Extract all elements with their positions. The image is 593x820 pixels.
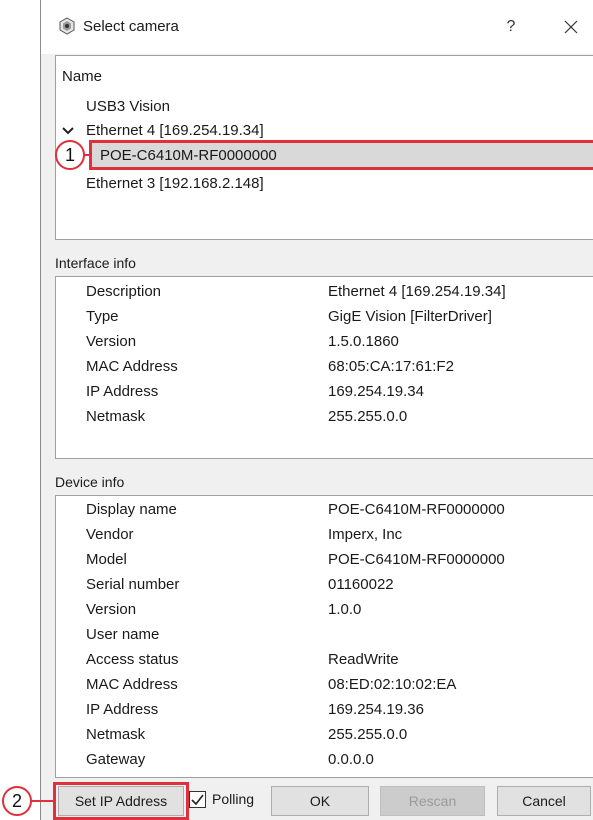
device-version-value: 1.0.0 [328, 601, 362, 618]
checkmark-icon [191, 794, 204, 806]
device-gateway-label: Gateway [86, 751, 146, 768]
device-serial-value: 01160022 [328, 576, 394, 593]
interface-mac-label: MAC Address [86, 358, 178, 375]
interface-ip-value: 169.254.19.34 [328, 383, 424, 400]
device-netmask-value: 255.255.0.0 [328, 726, 408, 743]
device-gateway-value: 0.0.0.0 [328, 751, 374, 768]
device-mac-label: MAC Address [86, 676, 178, 693]
device-ip-label: IP Address [86, 701, 159, 718]
interface-ip-label: IP Address [86, 383, 159, 400]
interface-version-label: Version [86, 333, 137, 350]
interface-type-value: GigE Vision [FilterDriver] [328, 308, 492, 325]
tree-item-ethernet-4[interactable]: Ethernet 4 [169.254.19.34] [86, 122, 264, 139]
camera-app-icon [59, 17, 75, 35]
callout-1: 1 [55, 140, 85, 170]
device-netmask-label: Netmask [86, 726, 146, 743]
tree-item-ethernet-3[interactable]: Ethernet 3 [192.168.2.148] [86, 175, 264, 192]
callout-1-connector [84, 154, 90, 156]
tree-item-usb3-vision[interactable]: USB3 Vision [86, 98, 170, 115]
polling-label: Polling [212, 791, 255, 807]
tree-header: Name [62, 68, 103, 85]
interface-type-label: Type [86, 308, 119, 325]
close-icon [564, 20, 578, 34]
device-vendor-value: Imperx, Inc [328, 526, 403, 543]
device-user-name-label: User name [86, 626, 160, 643]
interface-netmask-label: Netmask [86, 408, 146, 425]
device-ip-value: 169.254.19.36 [328, 701, 424, 718]
help-button[interactable]: ? [497, 14, 525, 40]
polling-checkbox[interactable] [189, 791, 206, 808]
device-display-name-value: POE-C6410M-RF0000000 [328, 501, 505, 518]
rescan-button[interactable]: Rescan [380, 786, 485, 816]
device-model-value: POE-C6410M-RF0000000 [328, 551, 505, 568]
interface-version-value: 1.5.0.1860 [328, 333, 399, 350]
callout-2: 2 [2, 786, 32, 816]
cancel-button[interactable]: Cancel [497, 786, 591, 816]
device-model-label: Model [86, 551, 127, 568]
tree-item-camera-label: POE-C6410M-RF0000000 [100, 147, 277, 164]
interface-netmask-value: 255.255.0.0 [328, 408, 408, 425]
device-vendor-label: Vendor [86, 526, 134, 543]
device-access-status-label: Access status [86, 651, 179, 668]
interface-description-label: Description [86, 283, 162, 300]
device-display-name-label: Display name [86, 501, 177, 518]
device-version-label: Version [86, 601, 137, 618]
interface-mac-value: 68:05:CA:17:61:F2 [328, 358, 454, 375]
device-serial-label: Serial number [86, 576, 180, 593]
window-title: Select camera [83, 18, 179, 35]
device-info-title: Device info [55, 474, 125, 490]
close-button[interactable] [556, 14, 586, 40]
set-ip-address-button[interactable]: Set IP Address [58, 786, 184, 816]
ok-button[interactable]: OK [271, 786, 369, 816]
interface-info-title: Interface info [55, 255, 136, 271]
device-access-status-value: ReadWrite [328, 651, 399, 668]
callout-2-connector [31, 800, 53, 802]
interface-description-value: Ethernet 4 [169.254.19.34] [328, 283, 506, 300]
chevron-down-icon[interactable] [62, 126, 74, 136]
device-mac-value: 08:ED:02:10:02:EA [328, 676, 457, 693]
